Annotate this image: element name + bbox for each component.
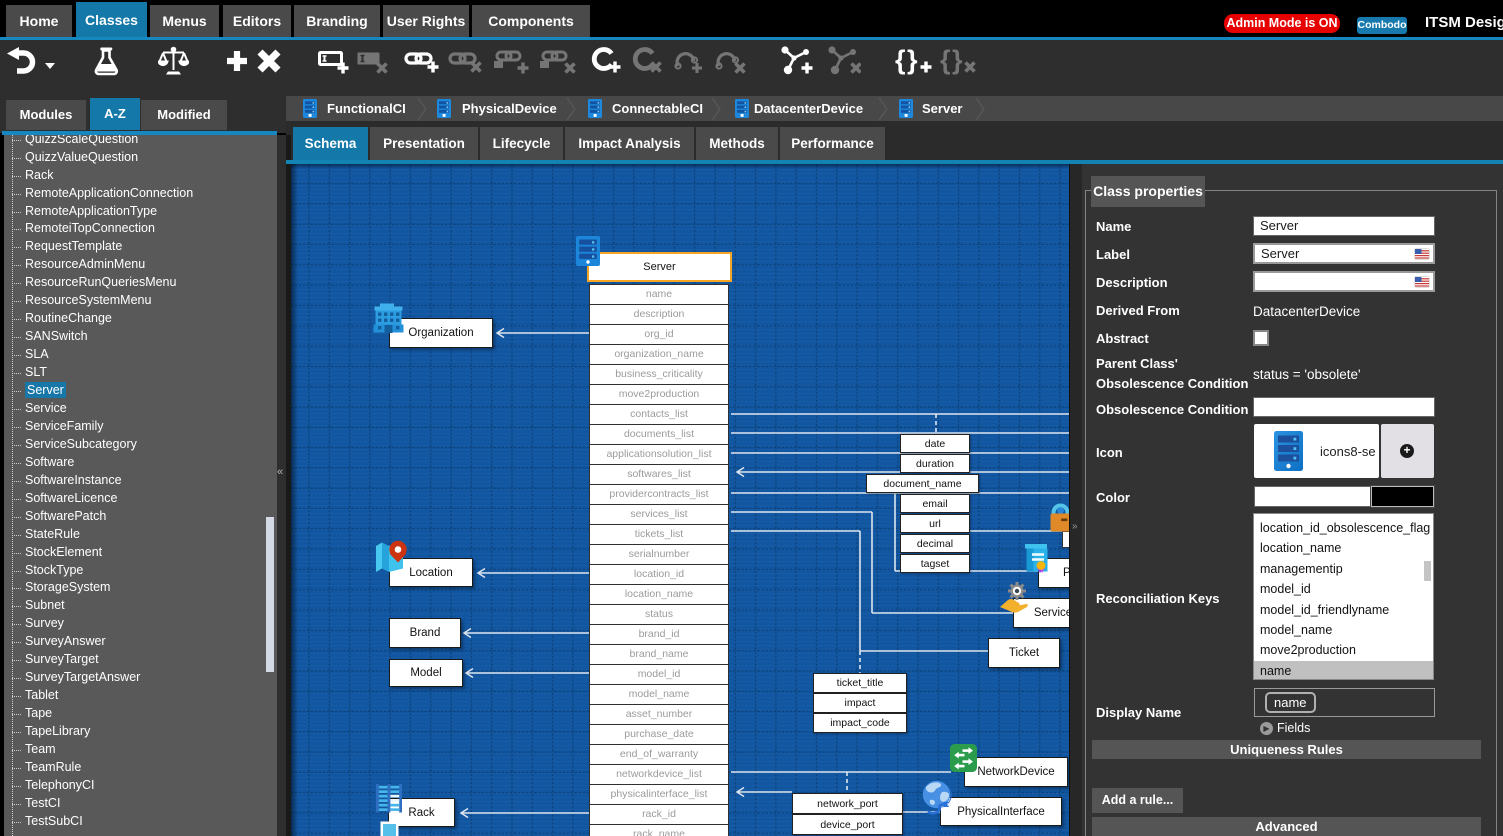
svg-text:{}: {}	[895, 46, 919, 75]
svg-text:{}: {}	[940, 46, 964, 75]
